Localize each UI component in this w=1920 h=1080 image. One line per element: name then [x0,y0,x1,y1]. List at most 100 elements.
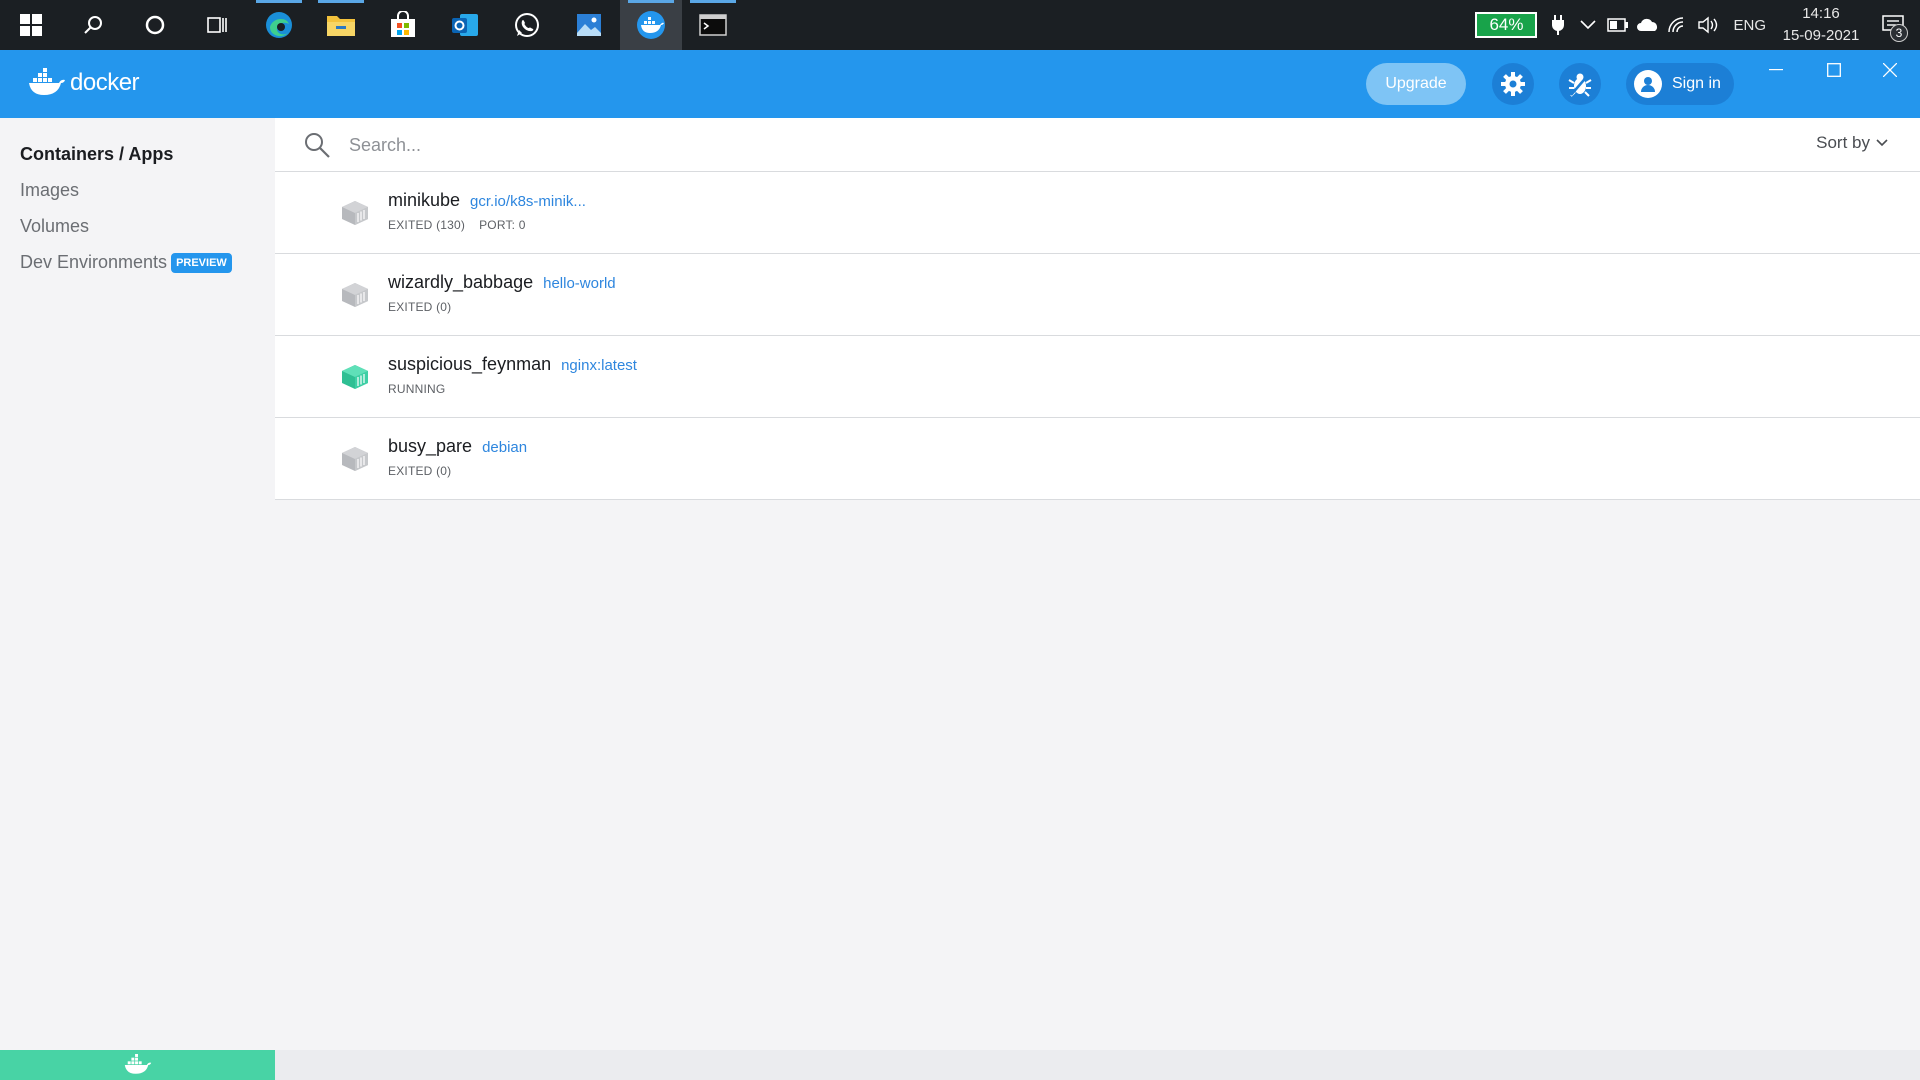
maximize-button[interactable] [1806,50,1862,90]
start-button[interactable] [0,0,62,50]
taskbar-clock[interactable]: 14:16 15-09-2021 [1776,3,1866,47]
container-status-line: EXITED (0) [388,464,451,478]
close-icon [1883,63,1897,77]
terminal-icon [699,14,727,36]
container-name-line: busy_pare debian [388,436,527,457]
sort-by-label: Sort by [1816,133,1870,152]
edge-icon [266,12,292,38]
sign-in-button[interactable]: Sign in [1626,63,1734,105]
sidebar-item-label: Volumes [20,216,90,236]
container-row[interactable]: busy_pare debian EXITED (0) [275,418,1920,500]
language-indicator[interactable]: ENG [1723,17,1776,34]
taskbar-edge[interactable] [248,0,310,50]
sidebar-item-label: Dev Environments [20,252,168,272]
taskbar-whatsapp[interactable] [496,0,558,50]
search-icon [84,16,102,34]
container-name[interactable]: minikube [388,190,460,211]
settings-button[interactable] [1492,63,1534,105]
user-avatar-icon [1634,70,1662,98]
container-image-link[interactable]: gcr.io/k8s-minik... [470,193,586,210]
chevron-down-icon [1876,139,1888,147]
gear-icon [1501,72,1525,96]
sidebar-item-label: Containers / Apps [20,144,174,164]
windows-logo-icon [20,14,42,36]
sidebar-item-images[interactable]: Images [20,180,79,201]
power-plug-icon [1543,0,1573,50]
wifi-icon[interactable] [1663,0,1693,50]
taskbar-terminal[interactable] [682,0,744,50]
main-footer [275,1050,1920,1080]
taskbar-photos[interactable] [558,0,620,50]
container-status: EXITED (130) [388,218,466,232]
docker-status-footer[interactable] [0,1050,275,1080]
search-bar: Sort by [275,118,1920,172]
sidebar-item-dev-environments[interactable]: Dev Environments PREVIEW [20,252,232,273]
battery-indicator[interactable]: 64% [1475,12,1538,38]
container-port: PORT: 0 [479,218,526,232]
container-stopped-icon [342,447,368,471]
whatsapp-icon [515,13,539,37]
windows-taskbar: 64% ENG 14:16 15-09-2021 3 [0,0,1920,50]
store-icon [391,11,415,37]
close-button[interactable] [1862,50,1918,90]
container-name[interactable]: wizardly_babbage [388,272,533,293]
containers-main: Sort by minikube gcr.io/k8s-minik... EXI… [275,118,1920,1050]
taskbar-search-button[interactable] [62,0,124,50]
docker-whale-icon [637,11,665,39]
container-name-line: minikube gcr.io/k8s-minik... [388,190,586,211]
system-tray: 64% ENG 14:16 15-09-2021 3 [1475,0,1920,50]
search-icon [305,133,330,158]
clock-date: 15-09-2021 [1782,27,1860,44]
maximize-icon [1827,63,1841,77]
container-running-icon [342,365,368,389]
docker-whale-icon [124,1054,151,1074]
minimize-button[interactable] [1748,50,1804,90]
cortana-icon [145,15,165,35]
container-image-link[interactable]: nginx:latest [561,357,637,374]
container-status: EXITED (0) [388,300,452,314]
container-name-line: wizardly_babbage hello-world [388,272,616,293]
preview-badge: PREVIEW [171,252,232,273]
container-status-line: EXITED (130) PORT: 0 [388,218,526,232]
onedrive-cloud-icon[interactable] [1633,0,1663,50]
docker-whale-icon [29,68,65,95]
volume-icon[interactable] [1693,0,1723,50]
container-stopped-icon [342,201,368,225]
minimize-icon [1769,69,1783,71]
container-image-link[interactable]: hello-world [543,275,616,292]
docker-logo: docker [28,68,140,98]
task-view-button[interactable] [186,0,248,50]
search-input[interactable] [349,130,1349,160]
container-name-line: suspicious_feynman nginx:latest [388,354,637,375]
container-row[interactable]: wizardly_babbage hello-world EXITED (0) [275,254,1920,336]
taskbar-outlook[interactable] [434,0,496,50]
photos-icon [577,14,601,36]
sort-by-dropdown[interactable]: Sort by [1816,133,1888,153]
taskbar-file-explorer[interactable] [310,0,372,50]
sidebar-item-label: Images [20,180,80,200]
action-center-button[interactable]: 3 [1866,0,1920,50]
container-stopped-icon [342,283,368,307]
container-row[interactable]: suspicious_feynman nginx:latest RUNNING [275,336,1920,418]
taskbar-docker[interactable] [620,0,682,50]
container-name[interactable]: busy_pare [388,436,472,457]
battery-tray-icon[interactable] [1603,0,1633,50]
chevron-up-icon[interactable] [1573,0,1603,50]
container-name[interactable]: suspicious_feynman [388,354,551,375]
sidebar-item-volumes[interactable]: Volumes [20,216,89,237]
container-image-link[interactable]: debian [482,439,527,456]
cortana-button[interactable] [124,0,186,50]
container-status: RUNNING [388,382,446,396]
outlook-icon [452,14,478,36]
folder-icon [327,16,355,36]
docker-header: docker Upgrade Sign in [0,50,1920,118]
clock-time: 14:16 [1802,5,1840,22]
sidebar: Containers / Apps Images Volumes Dev Env… [0,118,275,1050]
container-status-line: RUNNING [388,382,445,396]
sidebar-item-containers-apps[interactable]: Containers / Apps [20,144,173,165]
docker-logo-text: docker [70,69,140,96]
troubleshoot-button[interactable] [1559,63,1601,105]
taskbar-store[interactable] [372,0,434,50]
upgrade-button[interactable]: Upgrade [1366,63,1466,105]
container-row[interactable]: minikube gcr.io/k8s-minik... EXITED (130… [275,172,1920,254]
